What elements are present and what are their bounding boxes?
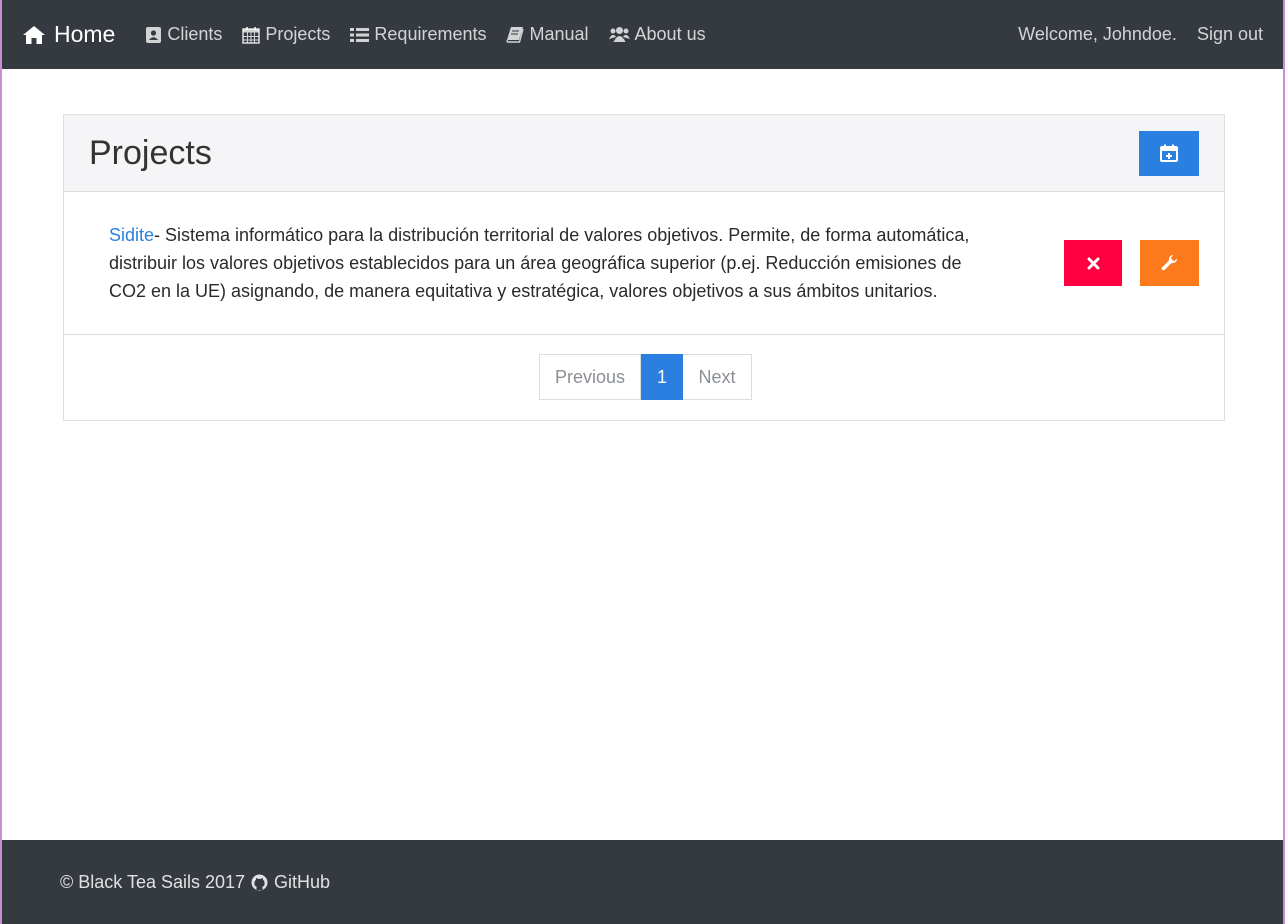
nav-label: Clients	[167, 24, 223, 44]
current-page-button[interactable]: 1	[641, 354, 683, 400]
footer: © Black Tea Sails 2017 GitHub	[2, 840, 1283, 924]
page-title: Projects	[89, 133, 212, 172]
address-card-icon	[145, 26, 162, 44]
calendar-plus-icon	[1159, 143, 1179, 163]
nav-label: Projects	[265, 24, 331, 44]
project-link[interactable]: Sidite	[109, 225, 154, 245]
home-link[interactable]: Home	[22, 21, 115, 48]
close-icon	[1087, 257, 1100, 270]
home-icon	[22, 25, 46, 45]
add-project-button[interactable]	[1139, 130, 1199, 176]
edit-button[interactable]	[1140, 240, 1199, 286]
list-item: Sidite- Sistema informático para la dist…	[64, 192, 1224, 335]
nav-item-manual[interactable]: Manual	[506, 24, 589, 45]
github-link[interactable]: GitHub	[274, 872, 330, 893]
wrench-icon	[1161, 254, 1179, 272]
nav-label: Manual	[529, 24, 589, 44]
nav-right: Welcome, Johndoe. Sign out	[1018, 24, 1263, 45]
nav-label: About us	[634, 24, 706, 44]
welcome-text: Welcome, Johndoe.	[1018, 24, 1177, 44]
users-icon	[608, 26, 630, 43]
row-actions	[1064, 240, 1199, 286]
previous-page-button[interactable]: Previous	[539, 354, 641, 400]
nav-item-projects[interactable]: Projects	[242, 24, 330, 45]
home-label: Home	[54, 21, 116, 47]
project-description-text: - Sistema informático para la distribuci…	[109, 225, 970, 301]
nav-item-about-us[interactable]: About us	[608, 24, 706, 45]
nav-label: Requirements	[374, 24, 487, 44]
card-header: Projects	[64, 115, 1224, 192]
projects-card: Projects Sidite- Sistema informático par…	[63, 114, 1225, 421]
nav-item-requirements[interactable]: Requirements	[350, 24, 486, 45]
github-icon	[251, 874, 268, 891]
book-icon	[506, 26, 525, 43]
sign-out-link[interactable]: Sign out	[1197, 24, 1263, 45]
pagination: Previous 1 Next	[539, 354, 752, 400]
list-icon	[350, 27, 370, 43]
calendar-icon	[242, 26, 261, 44]
next-page-button[interactable]: Next	[683, 354, 752, 400]
copyright-text: © Black Tea Sails 2017	[60, 871, 246, 892]
navbar: Home Clients Projects Requirements Manua…	[2, 0, 1283, 69]
delete-button[interactable]	[1064, 240, 1122, 286]
project-description: Sidite- Sistema informático para la dist…	[109, 221, 999, 305]
nav-item-clients[interactable]: Clients	[145, 24, 222, 45]
